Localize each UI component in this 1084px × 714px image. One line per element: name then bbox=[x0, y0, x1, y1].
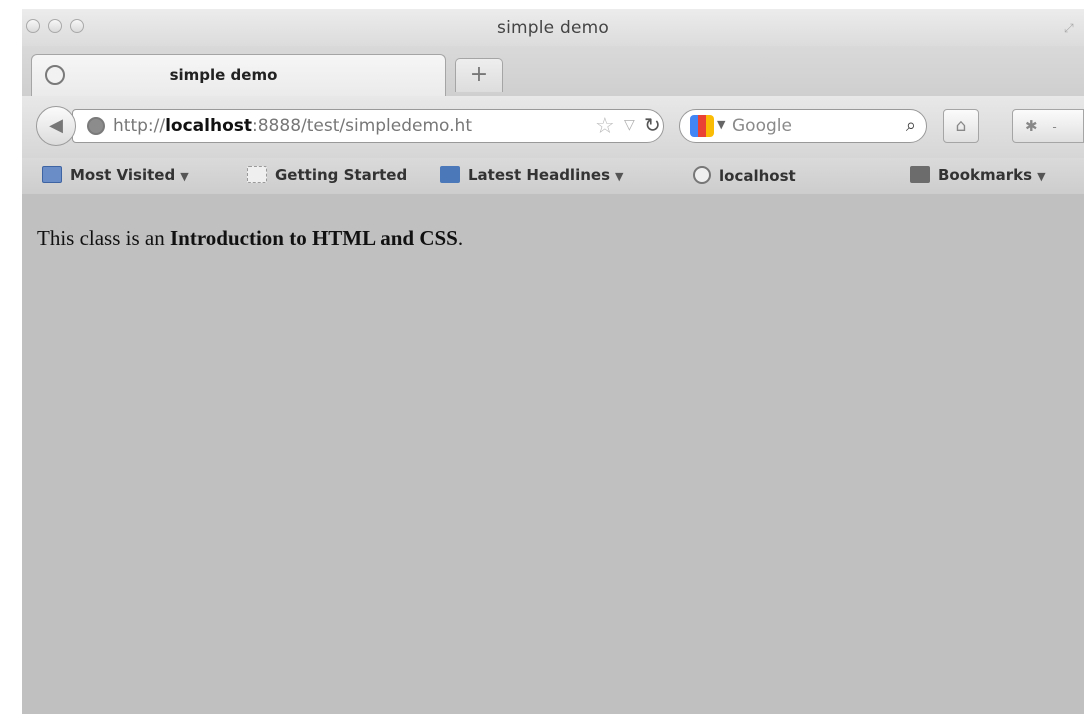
history-dropdown-icon[interactable]: ▽ bbox=[624, 117, 635, 133]
page-icon bbox=[247, 166, 267, 183]
intro-bold-text: Introduction to HTML and CSS bbox=[169, 226, 458, 250]
tab-strip: simple demo + bbox=[22, 46, 1084, 97]
bookmarks-toolbar: Most Visited ▼ Getting Started Latest Hea… bbox=[22, 158, 1084, 195]
bookmark-label: Most Visited bbox=[70, 166, 176, 184]
bookmark-label: Latest Headlines bbox=[468, 166, 610, 184]
back-button[interactable]: ◀ bbox=[36, 106, 76, 146]
google-engine-icon[interactable] bbox=[690, 115, 714, 137]
intro-end-text: . bbox=[457, 226, 464, 250]
url-scheme: http:// bbox=[113, 116, 166, 136]
back-arrow-icon: ◀ bbox=[49, 115, 63, 136]
window-title: simple demo bbox=[497, 18, 609, 38]
tab-simple-demo[interactable]: simple demo bbox=[31, 54, 446, 96]
globe-icon bbox=[693, 166, 711, 184]
bookmark-localhost[interactable]: localhost bbox=[693, 166, 796, 185]
navigation-toolbar: http://localhost:8888/test/simpledemo.ht… bbox=[22, 96, 1084, 158]
bookmark-star-icon[interactable]: ☆ bbox=[595, 114, 615, 139]
url-host: localhost bbox=[165, 116, 253, 136]
folder-icon bbox=[42, 166, 62, 183]
bookmarks-icon bbox=[910, 166, 930, 183]
bookmark-label: Getting Started bbox=[275, 166, 408, 184]
bookmark-label: localhost bbox=[719, 167, 796, 185]
bookmark-latest-headlines[interactable]: Latest Headlines ▼ bbox=[440, 166, 623, 184]
fullscreen-icon[interactable]: ⤢ bbox=[1064, 21, 1078, 35]
new-tab-button[interactable]: + bbox=[455, 58, 503, 92]
url-path: :8888/test/simpledemo.ht bbox=[252, 116, 472, 136]
chevron-down-icon: ▼ bbox=[1037, 170, 1046, 183]
bookmark-label: Bookmarks bbox=[938, 166, 1033, 184]
title-bar: simple demo ⤢ bbox=[22, 9, 1084, 46]
addon-dropdown-icon: - bbox=[1052, 120, 1057, 134]
url-bar[interactable]: http://localhost:8888/test/simpledemo.ht… bbox=[72, 109, 664, 143]
chevron-down-icon: ▼ bbox=[180, 170, 189, 183]
addon-button[interactable]: ✱ - bbox=[1012, 109, 1084, 143]
rss-icon bbox=[440, 166, 460, 183]
page-content: This class is an Introduction to HTML an… bbox=[22, 194, 1084, 714]
site-identity-icon[interactable] bbox=[87, 117, 105, 135]
tab-label: simple demo bbox=[169, 66, 278, 84]
reload-icon[interactable]: ↻ bbox=[644, 113, 661, 137]
url-text[interactable]: http://localhost:8888/test/simpledemo.ht bbox=[113, 116, 472, 136]
browser-window: simple demo ⤢ simple demo + http://local… bbox=[22, 9, 1084, 714]
bookmarks-menu[interactable]: Bookmarks ▼ bbox=[910, 166, 1046, 184]
search-bar[interactable]: ▼ Google ⌕ bbox=[679, 109, 927, 143]
bookmark-most-visited[interactable]: Most Visited ▼ bbox=[42, 166, 189, 184]
search-input[interactable]: Google bbox=[732, 116, 792, 136]
intro-paragraph: This class is an Introduction to HTML an… bbox=[37, 226, 463, 251]
bookmark-getting-started[interactable]: Getting Started bbox=[247, 166, 407, 184]
addon-icon: ✱ bbox=[1025, 117, 1038, 135]
search-icon[interactable]: ⌕ bbox=[906, 115, 916, 136]
engine-dropdown-icon[interactable]: ▼ bbox=[717, 118, 725, 131]
intro-text: This class is an bbox=[37, 226, 170, 250]
chevron-down-icon: ▼ bbox=[615, 170, 624, 183]
home-button[interactable]: ⌂ bbox=[943, 109, 979, 143]
home-icon: ⌂ bbox=[955, 116, 967, 136]
